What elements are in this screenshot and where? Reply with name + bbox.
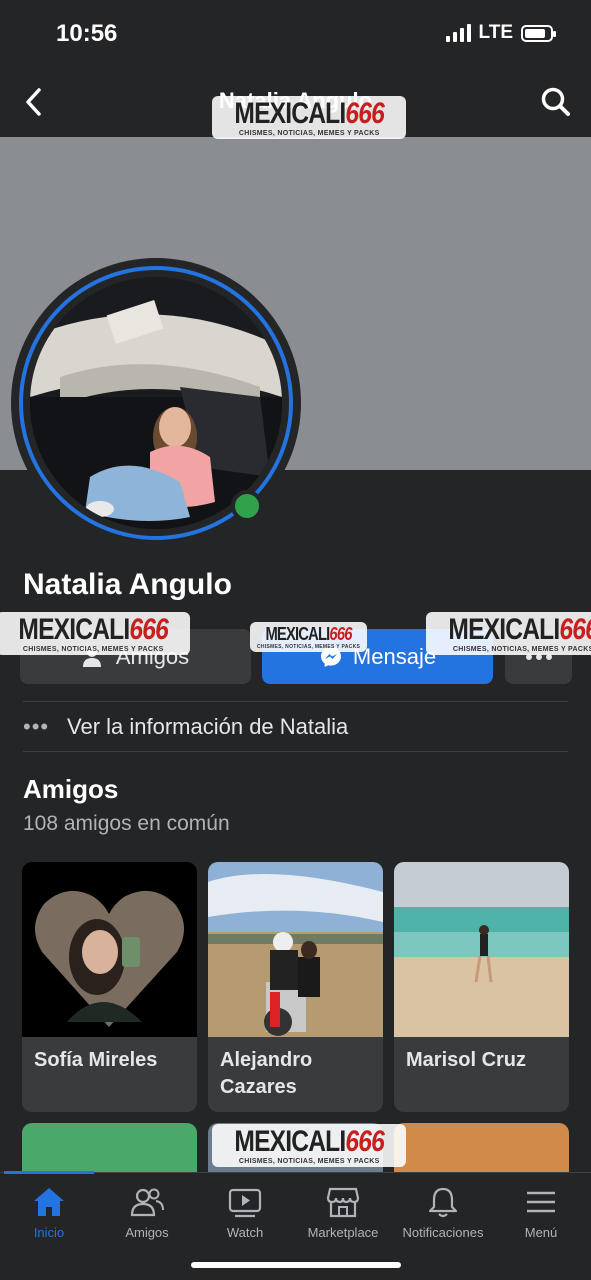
watermark-logo: MEXICALI666 CHISMES, NOTICIAS, MEMES Y P… bbox=[426, 612, 591, 655]
friend-photo bbox=[208, 862, 383, 1037]
watch-icon bbox=[228, 1188, 262, 1218]
watermark-logo: MEXICALI666 CHISMES, NOTICIAS, MEMES Y P… bbox=[0, 612, 191, 655]
battery-icon bbox=[521, 24, 556, 42]
bell-icon bbox=[428, 1187, 458, 1218]
home-indicator bbox=[191, 1262, 401, 1268]
tab-home[interactable]: Inicio bbox=[0, 1185, 98, 1247]
status-indicators: LTE bbox=[445, 22, 556, 44]
profile-info-link[interactable]: ••• Ver la información de Natalia bbox=[23, 703, 568, 751]
friend-card[interactable]: Marisol Cruz bbox=[394, 862, 569, 1112]
tab-notifications[interactable]: Notificaciones bbox=[394, 1185, 492, 1247]
friend-card[interactable] bbox=[394, 1123, 569, 1178]
friends-section-title: Amigos bbox=[23, 774, 119, 804]
profile-name: Natalia Angulo bbox=[23, 568, 232, 601]
marketplace-icon bbox=[326, 1187, 360, 1218]
search-button[interactable] bbox=[539, 84, 573, 120]
network-label: LTE bbox=[478, 22, 513, 43]
online-status-indicator bbox=[231, 490, 263, 522]
divider bbox=[23, 701, 568, 702]
signal-icon bbox=[445, 24, 471, 42]
profile-info-label: Ver la información de Natalia bbox=[67, 714, 349, 739]
friend-card[interactable] bbox=[22, 1123, 197, 1178]
friend-photo bbox=[394, 862, 569, 1037]
friend-name: Alejandro Cazares bbox=[220, 1049, 313, 1098]
more-dots-icon: ••• bbox=[23, 714, 50, 739]
watermark-logo: MEXICALI666 CHISMES, NOTICIAS, MEMES Y P… bbox=[212, 1124, 407, 1167]
friend-card[interactable]: Alejandro Cazares bbox=[208, 862, 383, 1112]
profile-picture[interactable] bbox=[11, 258, 301, 548]
search-icon bbox=[541, 87, 570, 116]
friend-photo bbox=[22, 862, 197, 1037]
status-time: 10:56 bbox=[56, 20, 118, 47]
menu-icon bbox=[527, 1191, 555, 1213]
mutual-friends-count[interactable]: 108 amigos en común bbox=[23, 812, 230, 836]
status-bar: 10:56 LTE bbox=[0, 0, 591, 70]
battery-fill bbox=[525, 28, 546, 38]
friend-card[interactable]: Sofía Mireles bbox=[22, 862, 197, 1112]
friend-name: Marisol Cruz bbox=[406, 1049, 527, 1071]
active-tab-indicator bbox=[4, 1171, 94, 1174]
friends-icon bbox=[130, 1188, 164, 1217]
watermark-logo: MEXICALI666 CHISMES, NOTICIAS, MEMES Y P… bbox=[250, 622, 368, 652]
divider bbox=[23, 751, 568, 752]
tab-friends[interactable]: Amigos bbox=[98, 1185, 196, 1247]
tab-watch[interactable]: Watch bbox=[196, 1185, 294, 1247]
tab-menu[interactable]: Menú bbox=[492, 1185, 590, 1247]
home-icon bbox=[34, 1188, 64, 1216]
friend-name: Sofía Mireles bbox=[34, 1049, 158, 1071]
watermark-logo: MEXICALI666 CHISMES, NOTICIAS, MEMES Y P… bbox=[212, 96, 407, 139]
tab-marketplace[interactable]: Marketplace bbox=[294, 1185, 392, 1247]
